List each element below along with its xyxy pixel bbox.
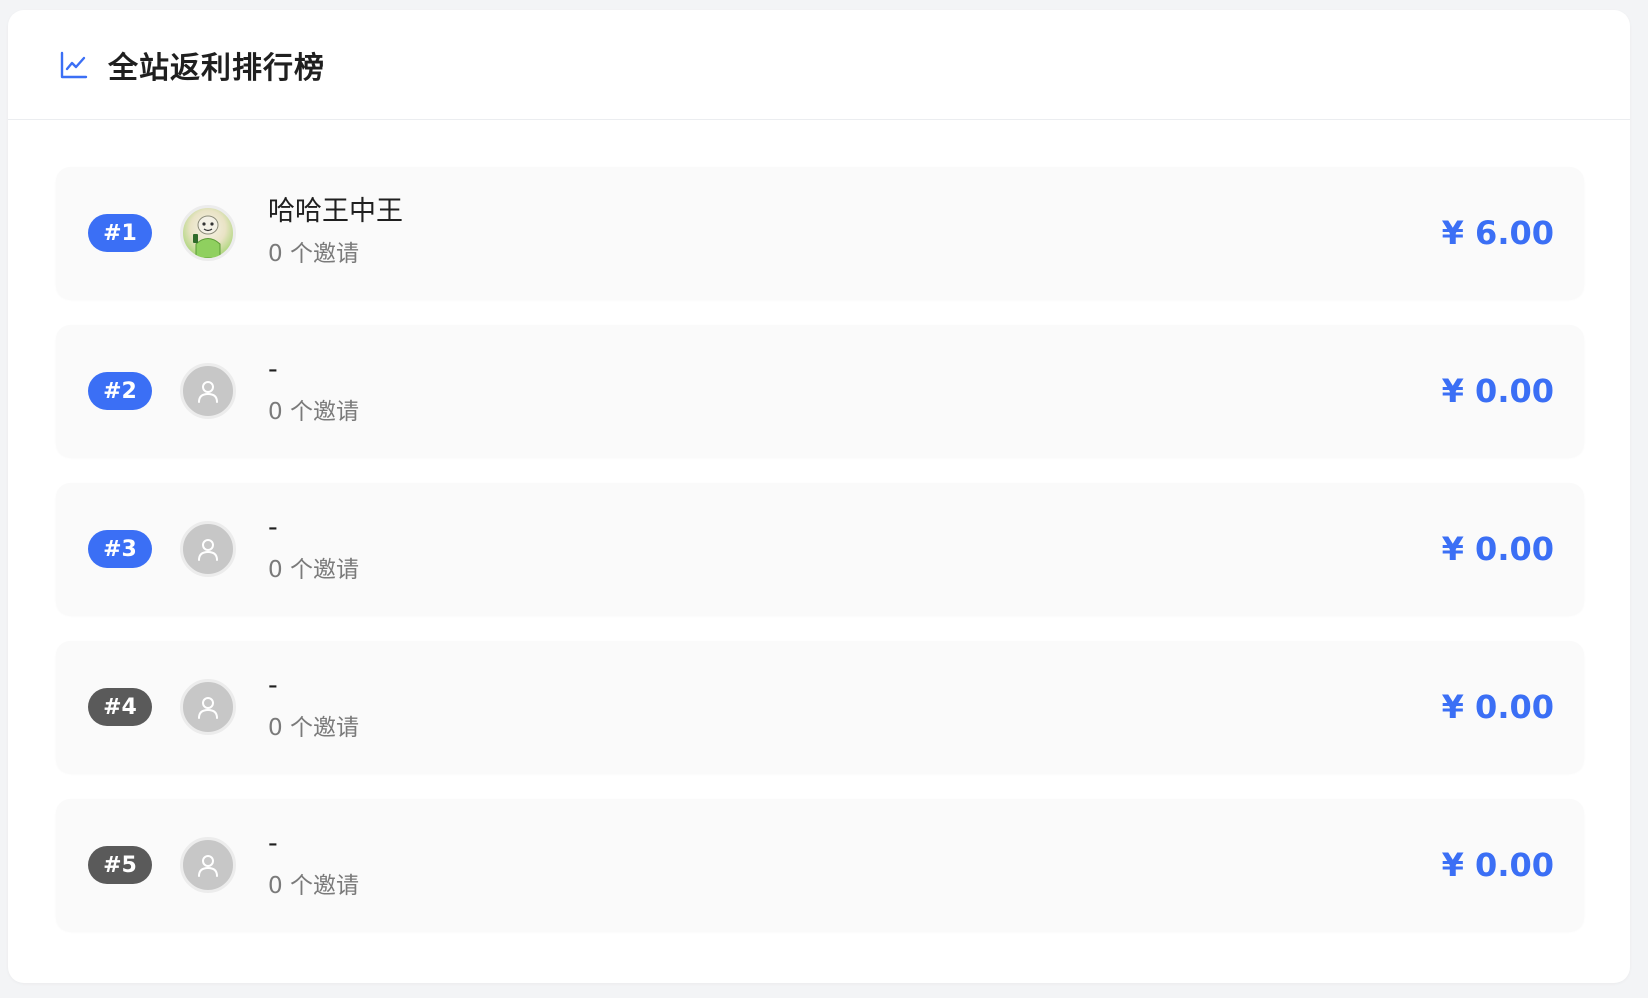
avatar: [180, 679, 236, 735]
rank-badge: #4: [88, 688, 152, 726]
avatar: [180, 205, 236, 261]
rebate-amount: ¥ 0.00: [1441, 530, 1554, 568]
invite-count: 0 个邀请: [268, 241, 359, 267]
rebate-amount: ¥ 0.00: [1441, 372, 1554, 410]
invite-count: 0 个邀请: [268, 399, 359, 425]
avatar: [180, 521, 236, 577]
user-name: -: [268, 670, 278, 701]
invite-count: 0 个邀请: [268, 715, 359, 741]
user-info: - 0 个邀请: [268, 511, 359, 585]
avatar: [180, 363, 236, 419]
leaderboard-row-3[interactable]: #3 - 0 个邀请 ¥ 0.00: [56, 483, 1584, 615]
user-info: - 0 个邀请: [268, 669, 359, 743]
photo-avatar-icon: [193, 215, 221, 258]
user-info: 哈哈王中王 0 个邀请: [268, 195, 403, 269]
user-info: - 0 个邀请: [268, 827, 359, 901]
user-icon: [198, 855, 218, 877]
rank-badge: #3: [88, 530, 152, 568]
leaderboard-list: #1 哈哈王中王 0 个邀请 ¥ 6.00 #2 - 0 个邀请 ¥ 0.00 …: [56, 167, 1584, 957]
card-header: 全站返利排行榜: [8, 10, 1630, 120]
line-chart-icon: [58, 49, 90, 81]
page-title: 全站返利排行榜: [108, 50, 325, 86]
leaderboard-row-4[interactable]: #4 - 0 个邀请 ¥ 0.00: [56, 641, 1584, 773]
leaderboard-row-2[interactable]: #2 - 0 个邀请 ¥ 0.00: [56, 325, 1584, 457]
user-icon: [198, 539, 218, 561]
user-icon: [198, 381, 218, 403]
avatar: [180, 837, 236, 893]
rank-badge: #2: [88, 372, 152, 410]
rebate-amount: ¥ 0.00: [1441, 846, 1554, 884]
invite-count: 0 个邀请: [268, 557, 359, 583]
invite-count: 0 个邀请: [268, 873, 359, 899]
rebate-amount: ¥ 0.00: [1441, 688, 1554, 726]
user-name: -: [268, 354, 278, 385]
leaderboard-row-5[interactable]: #5 - 0 个邀请 ¥ 0.00: [56, 799, 1584, 931]
user-icon: [198, 697, 218, 719]
rank-badge: #1: [88, 214, 152, 252]
leaderboard-card: 全站返利排行榜 #1 哈哈王中王 0 个邀请 ¥ 6.00 #2 - 0 个邀请…: [8, 10, 1630, 983]
user-name: 哈哈王中王: [268, 196, 403, 227]
user-name: -: [268, 512, 278, 543]
rank-badge: #5: [88, 846, 152, 884]
user-name: -: [268, 828, 278, 859]
user-info: - 0 个邀请: [268, 353, 359, 427]
leaderboard-row-1[interactable]: #1 哈哈王中王 0 个邀请 ¥ 6.00: [56, 167, 1584, 299]
rebate-amount: ¥ 6.00: [1441, 214, 1554, 252]
